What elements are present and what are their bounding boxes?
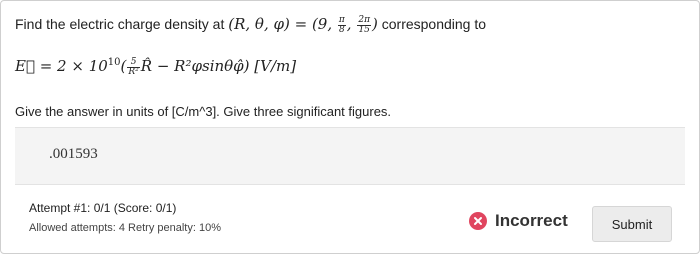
question-tail: corresponding to [377, 16, 487, 32]
question-panel: Find the electric charge density at (R, … [0, 0, 700, 254]
eq-frac-num: 5 [127, 57, 140, 68]
field-equation: E⃗ = 2 × 1010(5 R² R̂ − R²φsinθφ̂) [V/m] [15, 57, 296, 77]
coord-sep: , [346, 15, 357, 33]
equation-lhs: E⃗ = 2 × 10 [15, 57, 108, 75]
frac2-den: 15 [358, 24, 370, 35]
attempt-score: Attempt #1: 0/1 (Score: 0/1) [29, 201, 177, 215]
result-status: Incorrect [469, 211, 568, 231]
result-label: Incorrect [495, 211, 568, 230]
eq-frac-den: R² [128, 66, 139, 77]
frac2-num: 2π [357, 14, 371, 26]
answer-box: .001593 [15, 127, 685, 185]
fraction-2pi-over-15: 2π 15 [357, 14, 371, 35]
submitted-answer: .001593 [49, 146, 98, 162]
frac1-num: π [337, 14, 346, 26]
question-lead: Find the electric charge density at [15, 16, 229, 32]
question-text: Find the electric charge density at (R, … [15, 15, 486, 35]
submit-button[interactable]: Submit [592, 206, 672, 242]
fraction-5-over-r2: 5 R² [127, 57, 140, 77]
fraction-pi-over-8: π8 [337, 14, 346, 35]
instructions-text: Give the answer in units of [C/m^3]. Giv… [15, 104, 392, 119]
equation-exponent: 10 [107, 57, 121, 68]
x-circle-icon [469, 212, 487, 230]
frac1-den: 8 [338, 24, 345, 35]
point-vars: (R, θ, φ) = (9, [228, 15, 337, 33]
attempt-limits: Allowed attempts: 4 Retry penalty: 10% [29, 222, 221, 234]
point-coordinates: (R, θ, φ) = (9, π8, 2π 15) [228, 14, 378, 35]
equation-open: ( [120, 57, 127, 75]
equation-rest: R̂ − R²φsinθφ̂) [V/m] [140, 57, 297, 75]
